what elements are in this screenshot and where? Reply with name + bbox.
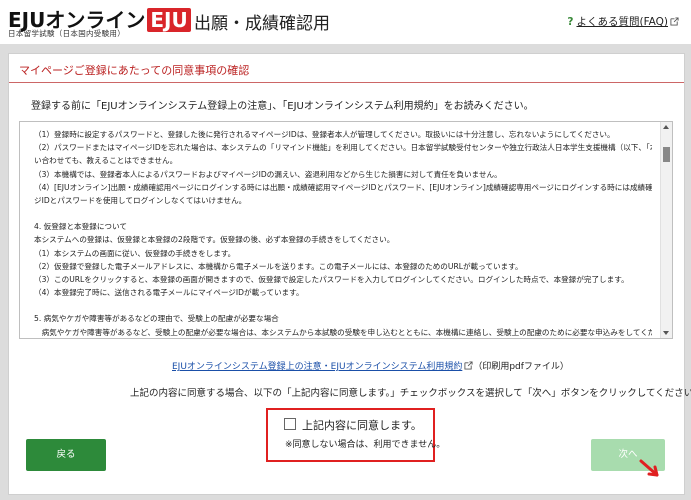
terms-line: （3）このURLをクリックすると、本登録の画面が開きますので、仮登録で設定したパ…	[34, 275, 629, 285]
agree-checkbox-label[interactable]: 上記内容に同意します。	[302, 419, 422, 432]
agree-checkbox[interactable]	[284, 418, 296, 430]
scroll-up-arrow-icon[interactable]	[663, 125, 669, 129]
pointer-arrow-icon	[639, 459, 659, 477]
back-button[interactable]: 戻る	[26, 439, 106, 471]
terms-line: い合わせても、教えることはできません。	[34, 156, 178, 166]
terms-line: 4. 仮登録と本登録について	[34, 222, 127, 232]
app-title: 出願・成績確認用	[194, 14, 330, 34]
terms-line	[34, 299, 652, 312]
logo-subtitle: 日本留学試験（日本国内受験用）	[8, 29, 125, 38]
terms-line: ジIDとパスワードを使用してログインしなくてはいけません。	[34, 196, 247, 206]
terms-line: （4）[EJUオンライン]出願・成績確認用ページにログインする時には出願・成績確…	[34, 182, 652, 192]
scroll-thumb[interactable]	[663, 147, 670, 162]
intro-text: 登録する前に「EJUオンラインシステム登録上の注意」、「EJUオンラインシステム…	[31, 101, 534, 112]
terms-content: （1）登録時に設定するパスワードと、登録した後に発行されるマイページIDは、登録…	[34, 128, 652, 338]
agree-checkbox-row[interactable]: 上記内容に同意します。	[284, 417, 422, 433]
pdf-link-row: EJUオンラインシステム登録上の注意・EJUオンラインシステム利用規約 （印刷用p…	[172, 359, 569, 372]
terms-scroll-box[interactable]: （1）登録時に設定するパスワードと、登録した後に発行されるマイページIDは、登録…	[19, 121, 673, 339]
terms-line: （3）本機構では、登録者本人によるパスワードおよびマイページIDの漏えい、盗退利…	[34, 169, 502, 179]
pdf-suffix: （印刷用pdfファイル）	[473, 362, 569, 372]
external-link-icon	[670, 17, 679, 26]
agree-highlight-box: 上記内容に同意します。 ※同意しない場合は、利用できません。	[266, 408, 445, 462]
terms-scrollbar[interactable]	[660, 122, 672, 338]
terms-line: （4）本登録完了時に、送信される電子メールにマイページIDが載っています。	[34, 288, 304, 298]
panel-title-bar: マイページご登録にあたっての同意事項の確認	[9, 54, 684, 83]
terms-line: （1）本システムの画面に従い、仮登録の手続きをします。	[34, 248, 236, 258]
terms-line: 病気やケガや障害等があるなど、受験上の配慮が必要な場合は、本システムから本試験の…	[34, 327, 652, 337]
faq-link[interactable]: ? よくある質問(FAQ)	[567, 14, 679, 29]
external-link-icon	[464, 361, 473, 370]
terms-line	[34, 207, 652, 220]
terms-line: （1）登録時に設定するパスワードと、登録した後に発行されるマイページIDは、登録…	[34, 130, 615, 139]
scroll-down-arrow-icon[interactable]	[663, 331, 669, 335]
terms-line: （2）パスワードまたはマイページIDを忘れた場合は、本システムの「リマインド機能…	[34, 143, 652, 153]
terms-line: （2）仮登録で登録した電子メールアドレスに、本機構から電子メールを送ります。この…	[34, 261, 523, 271]
eju-logo[interactable]: EJUオンライン EJU 日本留学試験（日本国内受験用）	[8, 4, 191, 40]
panel-title: マイページご登録にあたっての同意事項の確認	[19, 64, 250, 77]
consent-panel: マイページご登録にあたっての同意事項の確認 登録する前に「EJUオンラインシステ…	[8, 53, 691, 495]
header: EJUオンライン EJU 日本留学試験（日本国内受験用） 出願・成績確認用 ? よく…	[0, 0, 691, 44]
disagree-note: ※同意しない場合は、利用できません。	[285, 440, 446, 450]
agree-instruction: 上記の内容に同意する場合、以下の「上記内容に同意します。」チェックボックスを選択…	[130, 388, 691, 399]
question-icon: ?	[567, 16, 574, 28]
terms-line: 5. 病気やケガや障害等があるなどの理由で、受験上の配慮が必要な場合	[34, 314, 279, 324]
terms-line: 本システムへの登録は、仮登録と本登録の2段階です。仮登録の後、必ず本登録の手続き…	[34, 235, 395, 245]
content-background: マイページご登録にあたっての同意事項の確認 登録する前に「EJUオンラインシステ…	[0, 44, 691, 500]
logo-eju-badge: EJU	[147, 8, 191, 32]
pdf-link[interactable]: EJUオンラインシステム登録上の注意・EJUオンラインシステム利用規約	[172, 362, 462, 372]
faq-link-text[interactable]: よくある質問(FAQ)	[576, 16, 668, 28]
